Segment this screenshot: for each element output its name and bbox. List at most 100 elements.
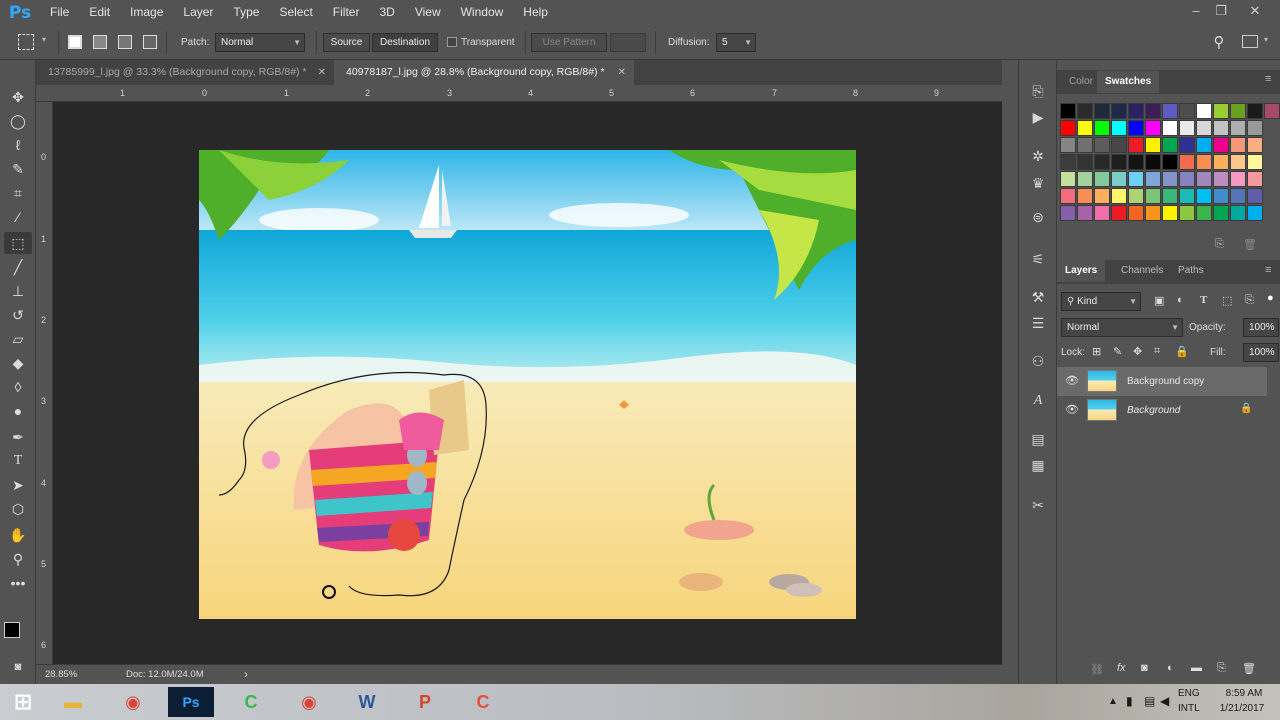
tray-expand-icon[interactable]: ▲ [1108, 696, 1118, 707]
swatch-cell[interactable] [1230, 137, 1246, 153]
powerpoint-icon[interactable]: P [402, 687, 448, 717]
swatch-cell[interactable] [1230, 188, 1246, 204]
swatch-cell[interactable] [1094, 103, 1110, 119]
swatch-cell[interactable] [1264, 103, 1280, 119]
swatch-cell[interactable] [1145, 205, 1161, 221]
pattern-picker[interactable] [610, 33, 646, 52]
filter-smart-object-icon[interactable]: ⎘ [1245, 294, 1254, 307]
swatch-cell[interactable] [1077, 154, 1093, 170]
lock-pixels-icon[interactable]: ✎ [1113, 345, 1122, 358]
swatch-cell[interactable] [1077, 205, 1093, 221]
swatch-cell[interactable] [1060, 137, 1076, 153]
actions-play-icon[interactable]: ▶ [1027, 106, 1049, 128]
shape-tool-icon[interactable]: ⬡ [4, 498, 32, 520]
close-icon[interactable]: ✕ [618, 60, 626, 85]
patch-tool-preset-icon[interactable] [18, 34, 34, 50]
swatch-cell[interactable] [1213, 137, 1229, 153]
search-icon[interactable]: ⚲ [1210, 33, 1228, 51]
swatch-cell[interactable] [1247, 205, 1263, 221]
swatch-cell[interactable] [1196, 103, 1212, 119]
swatch-cell[interactable] [1111, 205, 1127, 221]
clone-stamp-tool-icon[interactable]: ⊥ [4, 280, 32, 302]
swatch-cell[interactable] [1077, 120, 1093, 136]
layer-filter-kind-select[interactable]: ⚲ Kind ▼ [1061, 292, 1141, 311]
swatch-cell[interactable] [1111, 103, 1127, 119]
subtract-selection-icon[interactable] [118, 35, 132, 49]
lasso-tool-icon[interactable]: ℓ [4, 134, 32, 156]
adjustment-layer-icon[interactable]: ◐ [1167, 662, 1174, 674]
notes-icon[interactable]: ▤ [1027, 428, 1049, 450]
swatch-cell[interactable] [1247, 120, 1263, 136]
swatch-cell[interactable] [1230, 154, 1246, 170]
new-selection-icon[interactable] [68, 35, 82, 49]
swatch-cell[interactable] [1213, 205, 1229, 221]
paint-bucket-tool-icon[interactable]: ◆ [4, 352, 32, 374]
brush-presets-icon[interactable]: ♛ [1027, 172, 1049, 194]
document-image[interactable] [199, 150, 856, 619]
swatch-cell[interactable] [1128, 103, 1144, 119]
transparent-checkbox[interactable] [447, 37, 457, 47]
swatch-cell[interactable] [1230, 205, 1246, 221]
delete-layer-icon[interactable]: 🗑 [1242, 662, 1256, 675]
menu-edit[interactable]: Edit [79, 0, 120, 25]
lock-position-icon[interactable]: ✥ [1133, 345, 1142, 358]
swatch-cell[interactable] [1196, 188, 1212, 204]
paragraph-icon[interactable]: ▦ [1027, 454, 1049, 476]
swatch-cell[interactable] [1196, 171, 1212, 187]
trash-icon[interactable]: 🗑 [1243, 238, 1257, 251]
use-pattern-button[interactable]: Use Pattern [531, 33, 607, 52]
swatch-cell[interactable] [1196, 137, 1212, 153]
filter-toggle-icon[interactable]: ● [1267, 292, 1274, 304]
swatch-cell[interactable] [1060, 205, 1076, 221]
tab-document-2[interactable]: 40978187_l.jpg @ 28.8% (Background copy,… [334, 60, 634, 85]
menu-file[interactable]: File [40, 0, 79, 25]
swatch-cell[interactable] [1145, 188, 1161, 204]
add-selection-icon[interactable] [93, 35, 107, 49]
blur-tool-icon[interactable]: ◊ [4, 376, 32, 398]
swatch-cell[interactable] [1060, 154, 1076, 170]
panel-menu-icon[interactable]: ≡ [1265, 73, 1271, 85]
new-swatch-icon[interactable]: ⎘ [1215, 238, 1224, 251]
layer-mask-icon[interactable]: ◙ [1141, 662, 1148, 674]
destination-button[interactable]: Destination [372, 33, 438, 52]
swatch-cell[interactable] [1060, 171, 1076, 187]
swatch-cell[interactable] [1094, 154, 1110, 170]
swatch-cell[interactable] [1196, 154, 1212, 170]
quick-selection-tool-icon[interactable]: ✎ [4, 158, 32, 180]
menu-filter[interactable]: Filter [323, 0, 370, 25]
crop-tool-icon[interactable]: ⌗ [4, 182, 32, 204]
layer-name[interactable]: Background copy [1127, 367, 1204, 396]
tray-volume-icon[interactable]: ◀ [1160, 694, 1169, 708]
patch-tool-icon[interactable]: ⬚ [4, 232, 32, 254]
tab-layers[interactable]: Layers [1057, 260, 1106, 282]
close-icon[interactable]: ✕ [318, 60, 326, 85]
link-layers-icon[interactable]: ⛓ [1090, 663, 1104, 676]
restore-button[interactable]: ❐ [1206, 0, 1236, 25]
close-button[interactable]: ✕ [1240, 0, 1270, 25]
swatch-cell[interactable] [1247, 137, 1263, 153]
hand-tool-icon[interactable]: ✋ [4, 524, 32, 546]
panel-menu-icon[interactable]: ≡ [1265, 264, 1271, 276]
swatch-cell[interactable] [1128, 137, 1144, 153]
swatch-cell[interactable] [1128, 171, 1144, 187]
swatch-cell[interactable] [1247, 103, 1263, 119]
workspace-icon[interactable] [1242, 35, 1258, 48]
swatch-cell[interactable] [1094, 137, 1110, 153]
opacity-input[interactable]: 100% [1243, 318, 1279, 337]
swatch-cell[interactable] [1145, 154, 1161, 170]
swatch-cell[interactable] [1230, 103, 1246, 119]
filter-adjustment-icon[interactable]: ◐ [1177, 294, 1184, 306]
camtasia-green-icon[interactable]: C [228, 687, 274, 717]
tab-color[interactable]: Color [1061, 71, 1101, 93]
properties-icon[interactable]: ⚒ [1027, 286, 1049, 308]
swatch-cell[interactable] [1179, 137, 1195, 153]
dodge-tool-icon[interactable]: ● [4, 400, 32, 422]
foreground-color-swatch[interactable] [4, 622, 20, 638]
new-layer-icon[interactable]: ⎘ [1217, 662, 1226, 675]
swatch-cell[interactable] [1060, 188, 1076, 204]
visibility-eye-icon[interactable]: 👁 [1065, 374, 1079, 387]
lock-all-icon[interactable]: 🔒 [1175, 345, 1189, 358]
visibility-eye-icon[interactable]: 👁 [1065, 403, 1079, 416]
swatch-cell[interactable] [1128, 188, 1144, 204]
layer-style-icon[interactable]: fx [1117, 662, 1126, 674]
